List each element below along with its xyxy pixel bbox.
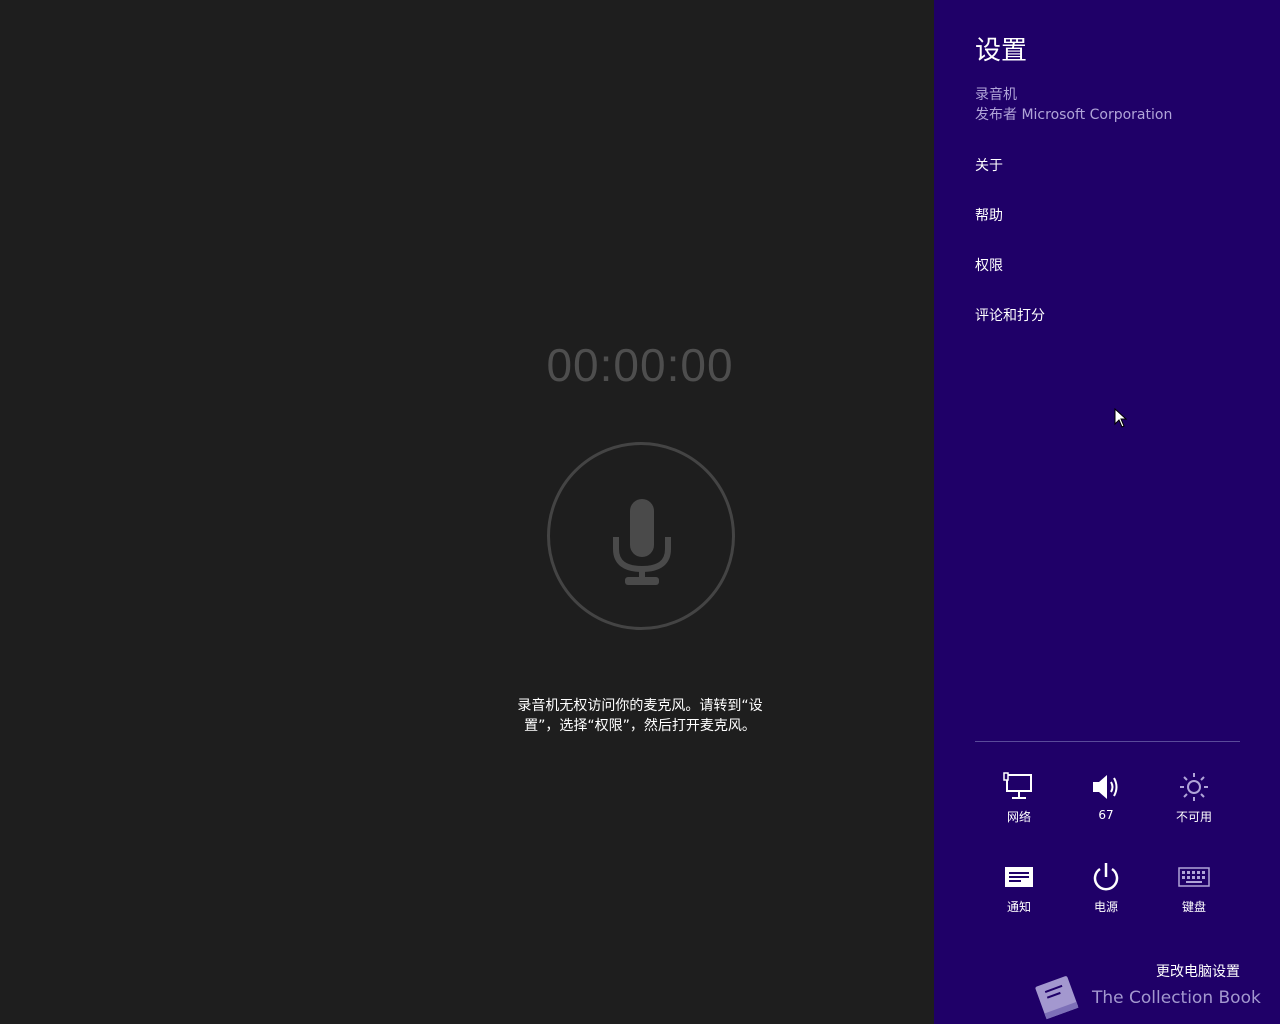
keyboard-icon xyxy=(1178,867,1210,887)
notifications-icon xyxy=(1005,867,1033,887)
watermark-text: The Collection Book xyxy=(1092,988,1261,1008)
charm-link-permissions[interactable]: 权限 xyxy=(975,255,1003,275)
brightness-icon xyxy=(1180,773,1208,801)
quick-setting-notifications[interactable]: 通知 xyxy=(986,862,1052,922)
quick-setting-network[interactable]: 网络 xyxy=(986,772,1052,832)
charm-publisher: 发布者 Microsoft Corporation xyxy=(975,107,1173,123)
network-icon xyxy=(1003,772,1032,799)
microphone-permission-message: 录音机无权访问你的麦克风。请转到“设置”，选择“权限”，然后打开麦克风。 xyxy=(517,698,763,734)
charm-link-about[interactable]: 关于 xyxy=(975,155,1003,175)
quick-setting-volume[interactable]: 67 xyxy=(1073,772,1139,832)
quick-setting-keyboard[interactable]: 键盘 xyxy=(1161,862,1227,922)
quick-setting-label: 网络 xyxy=(1006,810,1031,824)
watermark: The Collection Book xyxy=(1030,974,1270,1022)
quick-setting-brightness[interactable]: 不可用 xyxy=(1161,772,1227,832)
settings-charm: 设置 录音机 发布者 Microsoft Corporation 关于 帮助 权… xyxy=(934,0,1280,1024)
power-icon xyxy=(1093,863,1119,891)
record-button[interactable] xyxy=(547,442,735,630)
charm-title: 设置 xyxy=(975,36,1028,66)
quick-setting-label: 通知 xyxy=(1006,900,1031,914)
volume-icon xyxy=(1093,775,1118,799)
charm-app-name: 录音机 xyxy=(975,87,1017,103)
charm-link-help[interactable]: 帮助 xyxy=(975,205,1003,225)
quick-setting-label: 67 xyxy=(1098,808,1114,822)
quick-setting-label: 不可用 xyxy=(1175,810,1212,824)
charm-link-rate-review[interactable]: 评论和打分 xyxy=(975,305,1045,325)
quick-setting-label: 电源 xyxy=(1093,900,1118,914)
mouse-cursor-icon xyxy=(1114,408,1128,428)
book-icon xyxy=(1035,976,1079,1020)
voice-recorder-app xyxy=(0,0,934,1024)
quick-setting-label: 键盘 xyxy=(1181,900,1206,914)
microphone-icon xyxy=(613,499,671,585)
quick-setting-power[interactable]: 电源 xyxy=(1073,862,1139,922)
quick-settings-divider xyxy=(975,741,1240,742)
